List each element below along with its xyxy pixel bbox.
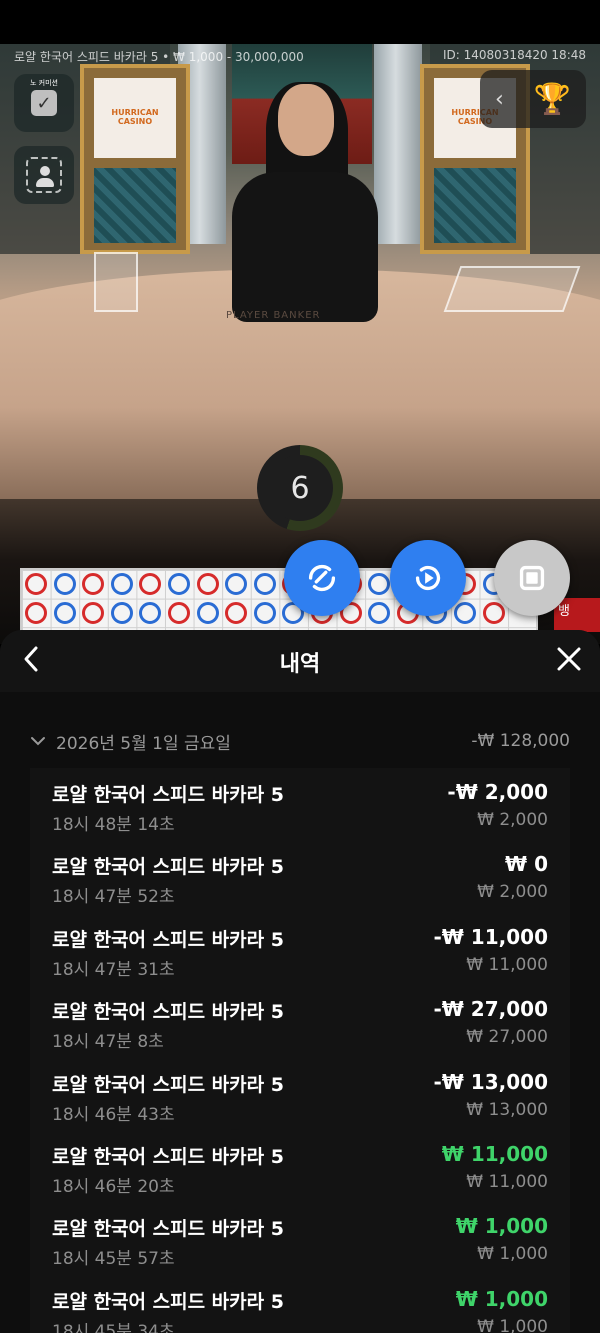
player-bead <box>253 601 276 624</box>
chevron-down-icon <box>31 737 45 746</box>
card-shoe <box>443 266 581 312</box>
pillar <box>374 44 422 244</box>
result-amount: ₩ 0 <box>505 852 548 877</box>
bet-amount: ₩ 2,000 <box>477 810 548 830</box>
casino-sign: HURRICAN CASINO <box>80 64 190 254</box>
game-name: 로얄 한국어 스피드 바카라 5 <box>52 1218 284 1241</box>
bet-time: 18시 47분 8초 <box>52 1032 164 1053</box>
player-bead <box>53 601 76 624</box>
page-title: 내역 <box>279 652 321 677</box>
history-sheet: 내역 2026년 5월 1일 금요일 -₩ 128,000 로얄 한국어 스피드… <box>0 630 600 1333</box>
refresh-icon <box>308 564 336 592</box>
result-amount: ₩ 11,000 <box>441 1142 548 1166</box>
bet-amount: ₩ 13,000 <box>466 1099 548 1120</box>
result-amount: -₩ 13,000 <box>433 1069 548 1094</box>
banker-bead <box>25 601 47 624</box>
sheet-header: 내역 <box>0 630 600 692</box>
bet-amount: ₩ 1,000 <box>477 1244 548 1265</box>
player-bead <box>454 601 476 624</box>
bet-time: 18시 45분 57초 <box>52 1249 175 1270</box>
bet-amount: ₩ 11,000 <box>466 1172 548 1192</box>
history-item[interactable]: 로얄 한국어 스피드 바카라 5 18시 47분 8초 -₩ 27,000 ₩ 27,… <box>52 991 548 1063</box>
dealer-body <box>232 172 378 322</box>
history-list[interactable]: 2026년 5월 1일 금요일 -₩ 128,000 로얄 한국어 스피드 바카… <box>0 692 600 1333</box>
date-total: -₩ 128,000 <box>471 731 570 751</box>
history-item[interactable]: 로얄 한국어 스피드 바카라 5 18시 47분 31초 -₩ 11,000 ₩ 11… <box>52 919 548 991</box>
no-commission-label: 노 커미션 <box>30 79 58 87</box>
bet-time: 18시 47분 31초 <box>52 959 175 980</box>
casino-logo: HURRICAN CASINO <box>94 78 176 158</box>
player-bead <box>168 573 190 595</box>
result-amount: -₩ 2,000 <box>447 780 548 804</box>
card-box <box>94 252 138 312</box>
player-bead <box>225 573 248 595</box>
repeat-bet-button[interactable] <box>390 540 466 616</box>
screen: { "stream": { "title": "로얄 한국어 스피드 바카라 5… <box>0 0 600 1333</box>
result-amount: ₩ 1,000 <box>455 1214 548 1239</box>
banker-bead <box>168 601 190 624</box>
bet-time: 18시 47분 52초 <box>52 887 175 908</box>
game-name: 로얄 한국어 스피드 바카라 5 <box>52 856 284 879</box>
player-bead <box>196 601 219 624</box>
history-group: 로얄 한국어 스피드 바카라 5 18시 48분 14초 -₩ 2,000 ₩ 2,0… <box>30 768 570 1333</box>
banker-bead <box>82 573 105 595</box>
game-name: 로얄 한국어 스피드 바카라 5 <box>52 784 284 806</box>
player-bead <box>110 601 133 624</box>
history-item[interactable]: 로얄 한국어 스피드 바카라 5 18시 47분 52초 ₩ 0 ₩ 2,000 <box>52 846 548 918</box>
bet-amount: ₩ 2,000 <box>477 882 548 903</box>
history-item[interactable]: 로얄 한국어 스피드 바카라 5 18시 46분 43초 -₩ 13,000 ₩ 13… <box>52 1064 548 1136</box>
banker-bead <box>482 601 505 624</box>
countdown-timer: 6 <box>257 445 343 531</box>
close-button[interactable] <box>554 644 584 674</box>
table-title: 로얄 한국어 스피드 바카라 5 • ₩ 1,000 - 30,000,000 <box>14 50 304 64</box>
history-item[interactable]: 로얄 한국어 스피드 바카라 5 18시 48분 14초 -₩ 2,000 ₩ 2,0… <box>52 774 548 846</box>
bet-time: 18시 46분 43초 <box>52 1104 175 1125</box>
game-name: 로얄 한국어 스피드 바카라 5 <box>52 1146 284 1168</box>
player-bead <box>368 573 391 595</box>
bet-time: 18시 45분 34초 <box>52 1321 175 1333</box>
dealer-view-button[interactable] <box>14 146 74 204</box>
table-label: PLAYER BANKER <box>226 310 321 321</box>
result-amount: -₩ 27,000 <box>433 997 548 1022</box>
auto-bet-button[interactable] <box>284 540 360 616</box>
person-frame-icon <box>26 157 62 193</box>
leaderboard-toggle[interactable]: ‹ 🏆 <box>480 70 586 128</box>
banker-bead <box>196 573 219 595</box>
player-bead <box>368 601 391 624</box>
date-group-header[interactable]: 2026년 5월 1일 금요일 -₩ 128,000 <box>30 726 570 756</box>
banker-bead <box>225 601 248 624</box>
replay-icon <box>415 565 441 591</box>
game-name: 로얄 한국어 스피드 바카라 5 <box>52 1001 284 1024</box>
player-bead <box>139 601 162 624</box>
history-item[interactable]: 로얄 한국어 스피드 바카라 5 18시 45분 57초 ₩ 1,000 ₩ 1,00… <box>52 1208 548 1280</box>
date-label: 2026년 5월 1일 금요일 <box>56 733 231 754</box>
bet-amount: ₩ 1,000 <box>477 1316 548 1333</box>
checkbox-icon: ✓ <box>31 90 57 116</box>
chevron-left-icon: ‹ <box>494 86 504 112</box>
player-bead <box>53 573 76 595</box>
trophy-icon: 🏆 <box>533 81 572 117</box>
countdown-value: 6 <box>267 455 333 521</box>
player-bead <box>253 573 276 595</box>
history-item[interactable]: 로얄 한국어 스피드 바카라 5 18시 46분 20초 ₩ 11,000 ₩ 11,… <box>52 1136 548 1208</box>
roadmap-side-label: 뱅 <box>554 598 600 632</box>
bet-amount: ₩ 11,000 <box>466 954 548 975</box>
game-name: 로얄 한국어 스피드 바카라 5 <box>52 1073 284 1096</box>
bet-amount: ₩ 27,000 <box>466 1027 548 1048</box>
bet-time: 18시 48분 14초 <box>52 815 175 835</box>
banker-bead <box>139 573 162 595</box>
result-amount: ₩ 1,000 <box>455 1286 548 1311</box>
history-item[interactable]: 로얄 한국어 스피드 바카라 5 18시 45분 34초 ₩ 1,000 ₩ 1,00… <box>52 1281 548 1333</box>
bet-time: 18시 46분 20초 <box>52 1177 175 1197</box>
round-id: ID: 14080318420 18:48 <box>442 48 586 62</box>
dealer-face <box>278 84 334 156</box>
stop-button[interactable] <box>494 540 570 616</box>
game-name: 로얄 한국어 스피드 바카라 5 <box>52 928 284 951</box>
banker-bead <box>82 601 105 624</box>
stop-icon <box>519 565 545 591</box>
player-bead <box>110 573 133 595</box>
game-name: 로얄 한국어 스피드 바카라 5 <box>52 1290 284 1313</box>
result-amount: -₩ 11,000 <box>433 924 548 949</box>
banker-bead <box>25 573 47 595</box>
